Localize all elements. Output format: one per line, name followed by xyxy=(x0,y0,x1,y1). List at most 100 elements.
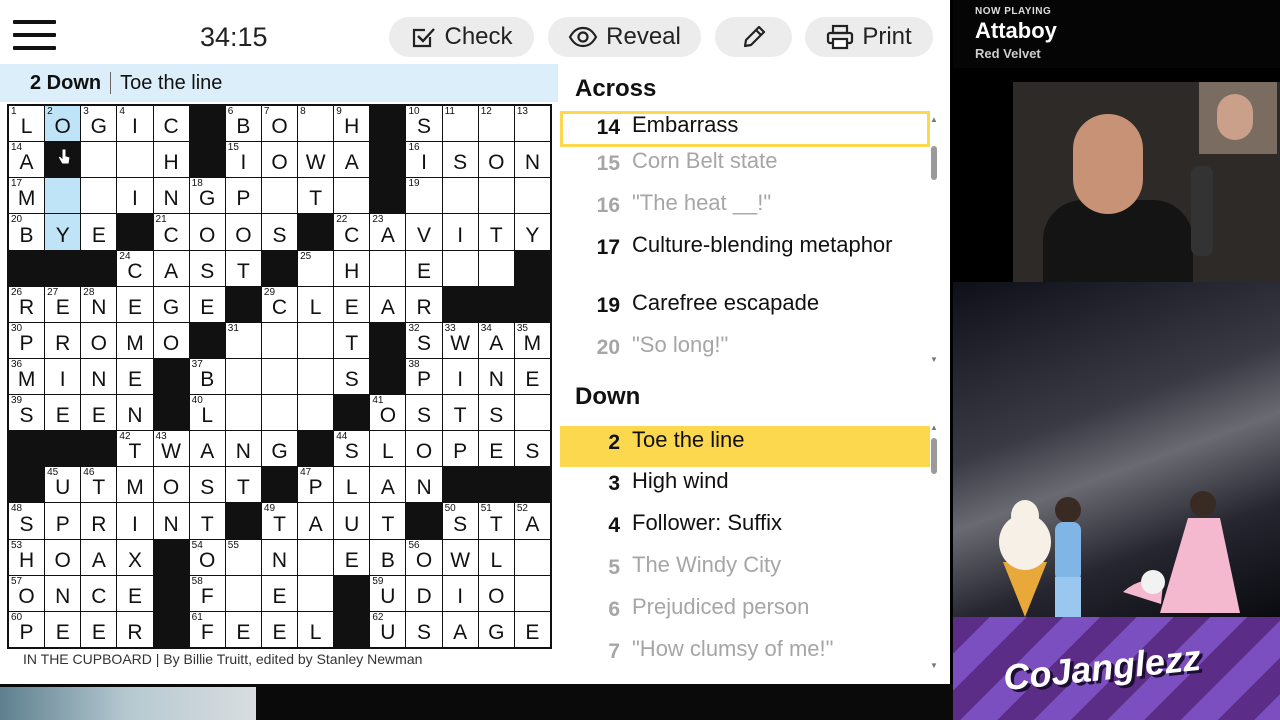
across-scrollbar[interactable]: ▲ ▼ xyxy=(930,116,938,366)
grid-cell[interactable]: 13 xyxy=(514,106,550,142)
grid-cell[interactable]: U xyxy=(334,503,370,539)
grid-cell[interactable]: H xyxy=(153,142,189,178)
grid-cell[interactable]: T xyxy=(298,178,334,214)
grid-cell[interactable]: T xyxy=(225,467,261,503)
grid-cell[interactable]: H xyxy=(334,250,370,286)
grid-cell[interactable]: I xyxy=(442,358,478,395)
grid-cell[interactable]: W xyxy=(298,142,334,178)
across-clue-19[interactable]: 19 Carefree escapade xyxy=(560,289,930,331)
grid-cell[interactable] xyxy=(298,358,334,395)
grid-cell[interactable]: O xyxy=(153,467,189,503)
grid-cell[interactable]: 7O xyxy=(261,106,298,142)
grid-cell[interactable]: 42 T xyxy=(117,431,153,467)
reveal-button[interactable]: Reveal xyxy=(548,17,701,57)
grid-cell[interactable]: O xyxy=(406,431,442,467)
grid-cell[interactable]: 35 M xyxy=(514,322,550,358)
across-clue-16[interactable]: 16 "The heat __!" xyxy=(560,189,930,231)
check-button[interactable]: Check xyxy=(389,17,534,57)
pencil-button[interactable] xyxy=(715,17,792,57)
grid-cell[interactable]: 37 B xyxy=(189,358,225,395)
grid-cell[interactable] xyxy=(298,575,334,611)
grid-cell[interactable]: P xyxy=(225,178,261,214)
across-clue-17[interactable]: 17 Culture-blending metaphor xyxy=(560,231,930,289)
grid-cell[interactable]: E xyxy=(261,575,298,611)
grid-cell[interactable]: S xyxy=(334,358,370,395)
grid-cell[interactable]: O xyxy=(189,214,225,250)
grid-cell[interactable]: G xyxy=(478,611,514,647)
grid-cell[interactable]: S xyxy=(514,431,550,467)
grid-cell[interactable]: 9H xyxy=(334,106,370,142)
grid-cell[interactable]: 61 F xyxy=(189,611,225,647)
grid-cell[interactable]: I xyxy=(442,214,478,250)
grid-cell[interactable]: W xyxy=(442,539,478,575)
grid-cell[interactable] xyxy=(81,142,117,178)
grid-cell[interactable]: A xyxy=(189,431,225,467)
grid-cell[interactable] xyxy=(514,178,550,214)
grid-cell[interactable]: A xyxy=(370,286,406,322)
grid-cell[interactable] xyxy=(298,322,334,358)
grid-cell[interactable]: 8 xyxy=(298,106,334,142)
grid-cell[interactable]: 12 xyxy=(478,106,514,142)
grid-cell[interactable]: O xyxy=(225,214,261,250)
grid-cell[interactable]: S xyxy=(189,250,225,286)
grid-cell[interactable]: 58 F xyxy=(189,575,225,611)
grid-cell[interactable] xyxy=(225,575,261,611)
grid-cell[interactable] xyxy=(81,178,117,214)
grid-cell[interactable]: E xyxy=(514,611,550,647)
grid-cell[interactable]: 50 S xyxy=(442,503,478,539)
grid-cell[interactable]: 56 O xyxy=(406,539,442,575)
grid-cell[interactable]: 36 M xyxy=(9,358,45,395)
down-clue-list[interactable]: 2 Toe the line 3 High wind 4 Follower: Suffix… xyxy=(560,426,930,676)
grid-cell[interactable]: N xyxy=(153,178,189,214)
grid-cell[interactable]: X xyxy=(117,539,153,575)
across-clue-14[interactable]: 14 Embarrass xyxy=(560,111,930,147)
grid-cell[interactable]: 51 T xyxy=(478,503,514,539)
grid-cell[interactable]: T xyxy=(478,214,514,250)
grid-cell[interactable]: S xyxy=(442,142,478,178)
grid-cell[interactable]: 1L xyxy=(9,106,45,142)
grid-cell[interactable] xyxy=(225,358,261,395)
grid-cell[interactable]: 34 A xyxy=(478,322,514,358)
grid-cell[interactable]: A xyxy=(298,503,334,539)
grid-cell[interactable]: S xyxy=(406,611,442,647)
grid-cell[interactable]: E xyxy=(45,611,81,647)
grid-cell[interactable]: L xyxy=(478,539,514,575)
grid-cell[interactable] xyxy=(261,358,298,395)
across-clue-15[interactable]: 15 Corn Belt state xyxy=(560,147,930,189)
grid-cell[interactable]: R xyxy=(117,611,153,647)
grid-cell[interactable]: 57 O xyxy=(9,575,45,611)
grid-cell[interactable]: 23 A xyxy=(370,214,406,250)
grid-cell[interactable]: R xyxy=(81,503,117,539)
grid-cell[interactable]: G xyxy=(261,431,298,467)
grid-cell[interactable]: O xyxy=(153,322,189,358)
grid-cell[interactable]: N xyxy=(225,431,261,467)
grid-cell[interactable] xyxy=(298,539,334,575)
grid-cell[interactable]: 62 U xyxy=(370,611,406,647)
grid-cell[interactable]: G xyxy=(153,286,189,322)
grid-cell[interactable]: E xyxy=(225,611,261,647)
grid-cell[interactable] xyxy=(370,250,406,286)
grid-cell[interactable] xyxy=(514,575,550,611)
grid-cell[interactable]: 30 P xyxy=(9,322,45,358)
grid-cell[interactable]: N xyxy=(261,539,298,575)
grid-cell[interactable] xyxy=(478,178,514,214)
grid-cell[interactable]: 33 W xyxy=(442,322,478,358)
grid-cell[interactable]: 44 S xyxy=(334,431,370,467)
grid-cell[interactable]: 27 E xyxy=(45,286,81,322)
grid-cell[interactable]: L xyxy=(370,431,406,467)
grid-cell[interactable] xyxy=(298,395,334,431)
down-clue-4[interactable]: 4 Follower: Suffix xyxy=(560,509,930,551)
grid-cell[interactable]: 47 P xyxy=(298,467,334,503)
grid-cell[interactable]: N xyxy=(45,575,81,611)
grid-cell[interactable]: N xyxy=(478,358,514,395)
grid-cell[interactable]: O xyxy=(81,322,117,358)
grid-cell[interactable]: I xyxy=(45,358,81,395)
grid-cell[interactable]: 59 U xyxy=(370,575,406,611)
down-clue-3[interactable]: 3 High wind xyxy=(560,467,930,509)
grid-cell[interactable]: E xyxy=(514,358,550,395)
grid-cell[interactable] xyxy=(261,322,298,358)
grid-cell[interactable]: 31 xyxy=(225,322,261,358)
grid-cell[interactable]: 28 N xyxy=(81,286,117,322)
grid-cell[interactable]: O xyxy=(478,142,514,178)
grid-cell[interactable]: I xyxy=(117,178,153,214)
